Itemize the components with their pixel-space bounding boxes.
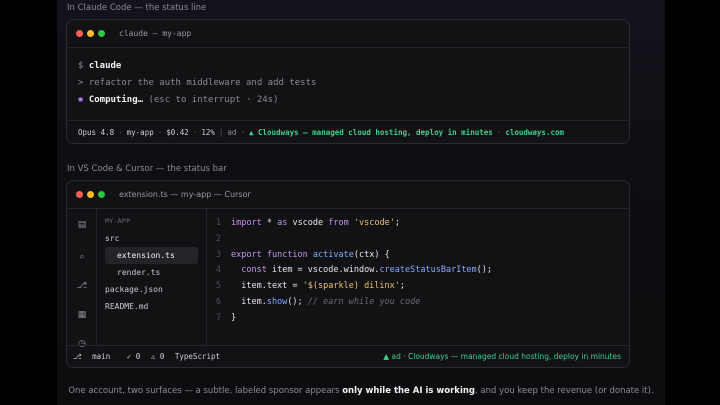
files-icon[interactable]: ▤ (67, 220, 97, 230)
file-render-ts[interactable]: render.ts (105, 264, 206, 281)
line-number: 7 (215, 312, 221, 323)
close-button[interactable] (76, 30, 83, 37)
project-name: my-app (126, 128, 154, 137)
minimize-button[interactable] (87, 30, 94, 37)
context-usage: 12% (201, 128, 215, 137)
code-line: 6 item. show (); // earn while you code (207, 295, 629, 311)
activity-bar: ▤ ⌕ ⎇ ▦ ◷ (67, 209, 97, 349)
minimize-button[interactable] (87, 191, 94, 198)
error-count[interactable]: ✓ 0 (127, 352, 141, 361)
vscode-status-bar: ⎇ main ✓ 0 ⚠ 0 TypeScript ▲ ad · Cloudwa… (67, 345, 629, 367)
code-line: 7 } (207, 311, 629, 327)
footer-emphasis: only while the AI is working (342, 386, 476, 396)
terminal-titlebar: claude — my-app (67, 20, 629, 48)
folder-src[interactable]: src (105, 230, 206, 247)
editor-titlebar: extension.ts — my-app — Cursor (67, 181, 629, 209)
model-name: Opus 4.8 (78, 128, 115, 137)
file-package-json[interactable]: package.json (105, 281, 206, 298)
command-line: $ claude (78, 58, 618, 75)
ad-label: ad (227, 128, 237, 137)
command-text: claude (88, 61, 122, 71)
footer-description: One account, two surfaces — a subtle, la… (68, 386, 654, 396)
sponsor-text[interactable]: Cloudways — managed cloud hosting, deplo… (258, 128, 493, 137)
maximize-button[interactable] (98, 191, 105, 198)
vscode-caption: In VS Code & Cursor — the status bar (67, 164, 227, 174)
input-line: > refactor the auth middleware and add t… (78, 75, 618, 92)
stage: In Claude Code — the status line claude … (57, 0, 665, 405)
claude-code-caption: In Claude Code — the status line (67, 3, 207, 13)
code-line: 4 const item = vscode.window. createStatu… (207, 263, 629, 279)
session-cost: $0.42 (166, 128, 189, 137)
warning-count[interactable]: ⚠ 0 (151, 352, 165, 361)
code-line: 5 item.text = '$(sparkle) dilinx'; (207, 279, 629, 295)
line-number: 6 (215, 296, 221, 307)
editor-window: extension.ts — my-app — Cursor ▤ ⌕ ⎇ ▦ ◷… (66, 180, 630, 368)
line-number: 5 (215, 281, 221, 292)
input-prefix: > (78, 78, 84, 88)
working-line: ✺ Computing… (esc to interrupt · 24s) (78, 92, 618, 109)
terminal-body[interactable]: $ claude > refactor the auth middleware … (67, 48, 629, 109)
line-number: 2 (215, 233, 221, 244)
claude-status-line: Opus 4.8 · my-app · $0.42 · 12% | ad · ▲ Clou… (67, 120, 629, 143)
close-button[interactable] (76, 191, 83, 198)
code-line: 3 export function activate (ctx) { (207, 248, 629, 264)
search-icon[interactable]: ⌕ (67, 252, 97, 262)
source-control-icon[interactable]: ⎇ (67, 281, 97, 291)
spinner-icon: ✺ (78, 95, 84, 105)
sponsor-link[interactable]: cloudways.com (505, 128, 564, 137)
file-explorer: MY-APP src extension.ts render.ts packag… (97, 209, 207, 345)
extensions-icon[interactable]: ▦ (67, 310, 97, 320)
ad-label: ad (391, 352, 401, 361)
maximize-button[interactable] (98, 30, 105, 37)
working-label: Computing… (88, 95, 144, 105)
sponsor-status-item[interactable]: ▲ ad · Cloudways — managed cloud hosting… (383, 352, 621, 361)
file-extension-ts[interactable]: extension.ts (105, 247, 198, 264)
status-left: ⎇ main ✓ 0 ⚠ 0 TypeScript (73, 352, 226, 361)
branch-name: main (92, 352, 111, 361)
branch-indicator[interactable]: ⎇ main (73, 352, 116, 361)
code-editor[interactable]: 1 import * as vscode from 'vscode'; 2 3 … (207, 209, 629, 345)
line-number: 3 (215, 249, 221, 260)
line-number: 1 (215, 218, 221, 228)
explorer-title: MY-APP (105, 217, 131, 225)
editor-title: extension.ts — my-app — Cursor (119, 190, 251, 199)
git-branch-icon: ⎇ (73, 352, 82, 361)
cloudways-logo-icon: ▲ (383, 352, 390, 361)
code-line: 1 import * as vscode from 'vscode'; (207, 216, 629, 232)
file-readme[interactable]: README.md (105, 298, 206, 315)
sponsor-text: Cloudways — managed cloud hosting, deplo… (408, 352, 621, 361)
cloudways-logo-icon: ▲ (248, 128, 254, 137)
editor-body: ▤ ⌕ ⎇ ▦ ◷ MY-APP src extension.ts render… (67, 209, 629, 349)
prompt-symbol: $ (78, 61, 84, 71)
language-mode[interactable]: TypeScript (175, 352, 220, 361)
terminal-title: claude — my-app (119, 29, 192, 38)
line-number: 4 (215, 265, 221, 276)
terminal-window: claude — my-app $ claude > refactor the … (66, 19, 630, 144)
user-input: refactor the auth middleware and add tes… (88, 78, 317, 88)
code-line: 2 (207, 232, 629, 248)
working-hint: (esc to interrupt · 24s) (148, 95, 279, 105)
